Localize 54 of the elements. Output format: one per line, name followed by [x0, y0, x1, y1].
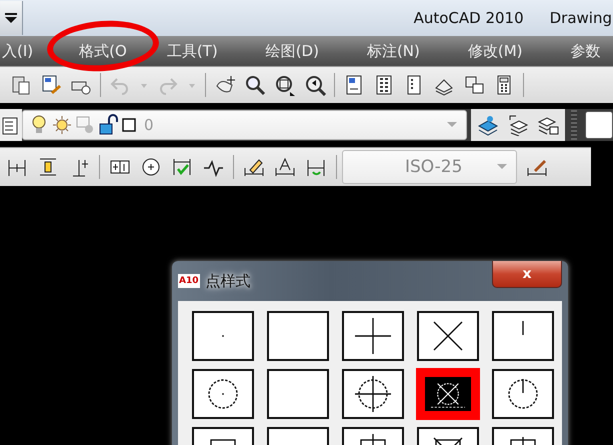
- point-symbol-icon: [354, 375, 392, 413]
- point-symbol-icon: [433, 437, 463, 445]
- magnifier-icon[interactable]: [244, 74, 266, 96]
- point-style-option[interactable]: [342, 311, 404, 361]
- center-mark-icon[interactable]: [140, 156, 162, 178]
- point-symbol-icon: [430, 383, 466, 408]
- point-style-option[interactable]: [492, 311, 554, 361]
- point-symbol-icon: [508, 379, 538, 409]
- point-style-option[interactable]: [342, 369, 404, 419]
- menu-item[interactable]: 入(I): [2, 42, 34, 60]
- layer-name: 0: [144, 116, 154, 134]
- document-name: Drawing: [550, 9, 612, 27]
- point-style-option[interactable]: [267, 369, 329, 419]
- layer-properties-icon[interactable]: [0, 109, 22, 141]
- point-symbol-icon: [354, 317, 392, 355]
- point-symbol-icon: [360, 433, 386, 445]
- point-style-option[interactable]: [417, 369, 479, 419]
- window-title: AutoCAD 2010: [414, 9, 524, 27]
- point-style-option[interactable]: [192, 311, 254, 361]
- brush-icon[interactable]: [40, 74, 62, 96]
- menu-item[interactable]: 格式(O: [79, 42, 127, 60]
- zoom-previous-icon[interactable]: [304, 74, 326, 96]
- menu-item[interactable]: 绘图(D): [266, 42, 319, 60]
- dialog-title: 点样式: [206, 272, 250, 290]
- paste-icon[interactable]: [10, 74, 32, 96]
- menu-item[interactable]: 修改(M): [468, 42, 523, 60]
- dimension-style-dropdown[interactable]: ISO-25: [342, 150, 517, 184]
- point-symbol-icon: [510, 437, 536, 445]
- previous-layer-icon[interactable]: [507, 114, 529, 136]
- point-style-option[interactable]: [192, 369, 254, 419]
- dimension-text-icon[interactable]: [274, 156, 296, 178]
- point-style-option[interactable]: [267, 311, 329, 361]
- point-symbol-icon: [210, 439, 236, 445]
- close-button[interactable]: x: [492, 261, 562, 288]
- zoom-window-icon[interactable]: [274, 74, 296, 96]
- point-symbol-icon: [433, 321, 463, 351]
- point-style-option[interactable]: [417, 311, 479, 361]
- sun-icon[interactable]: [52, 114, 72, 136]
- dropdown-arrow-icon: [4, 12, 18, 24]
- point-style-option[interactable]: [492, 369, 554, 419]
- point-symbol-icon: [208, 379, 238, 409]
- padlock-icon[interactable]: [98, 114, 118, 136]
- layer-dropdown[interactable]: 0: [22, 110, 467, 140]
- menu-item[interactable]: 工具(T): [166, 42, 218, 60]
- dropdown-field[interactable]: [585, 111, 613, 139]
- dimension-style-name: ISO-25: [405, 157, 462, 177]
- toolbar-grip[interactable]: [571, 110, 577, 140]
- dimension-space-icon[interactable]: [37, 156, 59, 178]
- inspect-icon[interactable]: [171, 156, 193, 178]
- layer-state-icon[interactable]: [477, 114, 499, 136]
- quick-access-button[interactable]: [0, 1, 23, 35]
- app-icon: A10: [178, 274, 200, 288]
- menu-item[interactable]: 标注(N): [366, 42, 420, 60]
- menu-item[interactable]: 参数: [570, 42, 601, 60]
